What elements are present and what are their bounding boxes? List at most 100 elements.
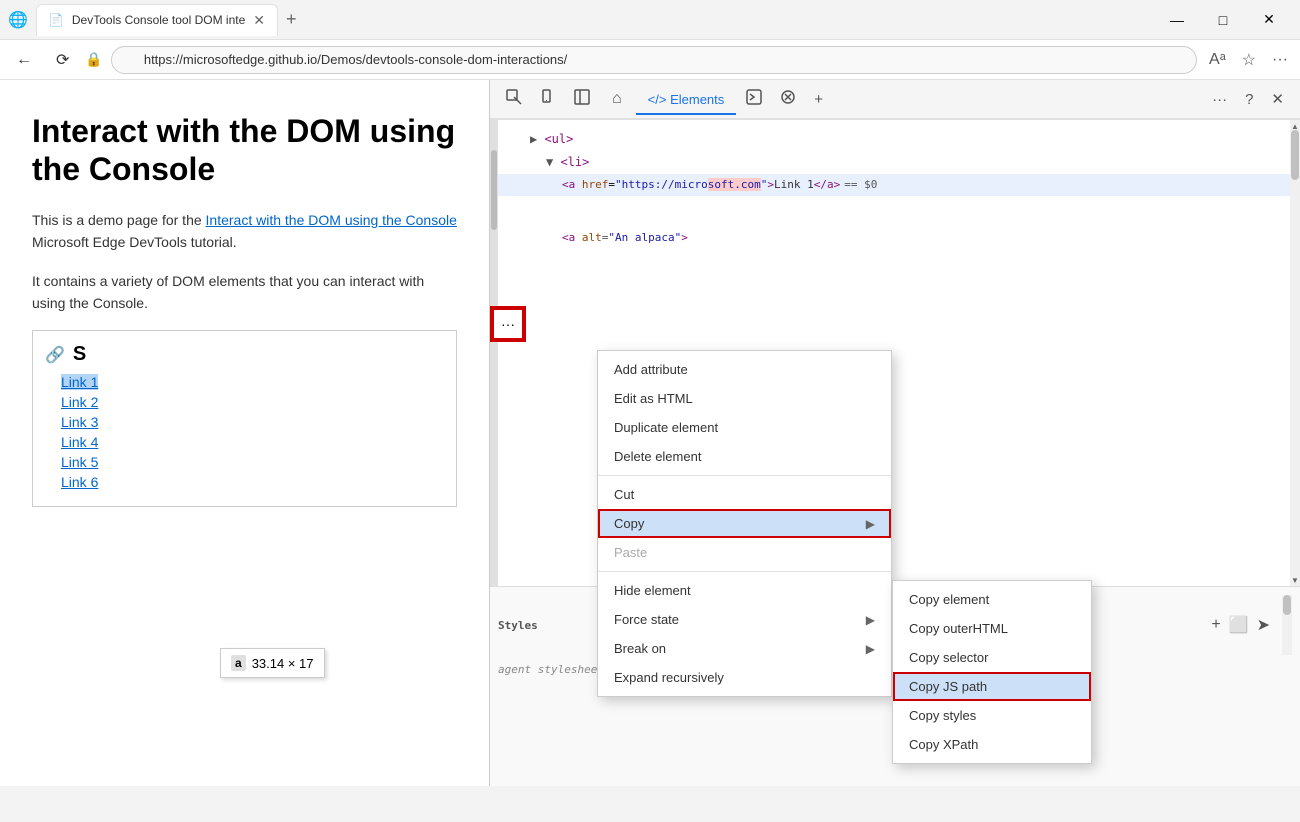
browser-tab[interactable]: 📄 DevTools Console tool DOM inte ✕: [36, 4, 278, 36]
lock-icon: 🔒: [85, 51, 102, 68]
copy-js-path-label: Copy JS path: [909, 679, 987, 694]
copy-element-label: Copy element: [909, 592, 989, 607]
devtools-close-btn[interactable]: ✕: [1263, 86, 1292, 112]
elem-line-a[interactable]: <a href="https://microsoft.com">Link 1</…: [498, 174, 1300, 196]
devtools-toolbar: ⌂ </> Elements + ··· ? ✕: [490, 80, 1300, 120]
sidebar-btn[interactable]: [566, 85, 598, 113]
elem-line-alt[interactable]: <a alt="An alpaca">: [498, 226, 1300, 249]
hide-label: Hide element: [614, 583, 691, 598]
left-scrollbar-thumb: [491, 150, 497, 230]
tab-title: DevTools Console tool DOM inte: [72, 13, 245, 27]
elem-line-ul[interactable]: ▶ <ul>: [498, 128, 1300, 151]
menu-divider-2: [598, 571, 891, 572]
submenu-copy-outer-html[interactable]: Copy outerHTML: [893, 614, 1091, 643]
copy-submenu: Copy element Copy outerHTML Copy selecto…: [892, 580, 1092, 764]
elements-tab-label: </> Elements: [648, 92, 725, 107]
link-2[interactable]: Link 2: [61, 394, 98, 410]
elem-line-li[interactable]: ▼ <li>: [498, 151, 1300, 174]
devtools-elements-tab[interactable]: </> Elements: [636, 86, 737, 115]
right-scrollbar-thumb: [1291, 130, 1299, 180]
menu-break-on[interactable]: Break on ▶: [598, 634, 891, 663]
tab-icon: 📄: [49, 13, 64, 27]
devtools-help-btn[interactable]: ?: [1237, 87, 1261, 112]
break-on-arrow: ▶: [866, 642, 875, 656]
break-on-label: Break on: [614, 641, 666, 656]
devtools-more-btn[interactable]: ···: [1204, 87, 1235, 112]
page-title: Interact with the DOM using the Console: [32, 112, 457, 189]
menu-hide[interactable]: Hide element: [598, 576, 891, 605]
more-options-btn[interactable]: ···: [492, 308, 524, 340]
left-scrollbar[interactable]: [490, 120, 498, 586]
more-btn[interactable]: ···: [1268, 47, 1292, 73]
menu-divider-1: [598, 475, 891, 476]
menu-delete[interactable]: Delete element: [598, 442, 891, 471]
demo-box-header: 🔗 S: [45, 343, 444, 366]
menu-edit-html[interactable]: Edit as HTML: [598, 384, 891, 413]
link-1[interactable]: Link 1: [61, 374, 98, 390]
list-item: Link 1: [61, 374, 444, 392]
link-icon: 🔗: [45, 345, 65, 365]
submenu-copy-styles[interactable]: Copy styles: [893, 701, 1091, 730]
menu-add-attribute[interactable]: Add attribute: [598, 355, 891, 384]
link-5[interactable]: Link 5: [61, 454, 98, 470]
copy-outer-html-label: Copy outerHTML: [909, 621, 1008, 636]
window-controls: — □ ✕: [1154, 0, 1292, 40]
link-6[interactable]: Link 6: [61, 474, 98, 490]
element-tooltip: a 33.14 × 17: [220, 648, 325, 678]
read-aloud-btn[interactable]: Aᵃ: [1205, 47, 1230, 73]
styles-add-btn[interactable]: +: [1211, 616, 1220, 634]
inspect-btn[interactable]: [498, 85, 530, 113]
menu-force-state[interactable]: Force state ▶: [598, 605, 891, 634]
menu-duplicate[interactable]: Duplicate element: [598, 413, 891, 442]
tab-close-btn[interactable]: ✕: [253, 12, 265, 29]
console-btn[interactable]: [738, 85, 770, 113]
list-item: Link 6: [61, 474, 444, 492]
maximize-btn[interactable]: □: [1200, 0, 1246, 40]
list-item: Link 3: [61, 414, 444, 432]
page-content: Interact with the DOM using the Console …: [0, 80, 490, 786]
link-4[interactable]: Link 4: [61, 434, 98, 450]
edit-html-label: Edit as HTML: [614, 391, 693, 406]
devtools-home-tab[interactable]: ⌂: [600, 84, 634, 116]
add-panel-btn[interactable]: +: [806, 87, 831, 112]
menu-expand[interactable]: Expand recursively: [598, 663, 891, 692]
submenu-copy-js-path[interactable]: Copy JS path: [893, 672, 1091, 701]
menu-paste: Paste: [598, 538, 891, 567]
page-desc1: This is a demo page for the Interact wit…: [32, 209, 457, 254]
elements-content: ▶ <ul> ▼ <li> <a href="https://microsoft…: [498, 120, 1300, 257]
reload-btn[interactable]: ⟳: [48, 46, 77, 74]
cut-label: Cut: [614, 487, 634, 502]
device-btn[interactable]: [532, 85, 564, 113]
page-desc1-link[interactable]: Interact with the DOM using the Console: [206, 212, 457, 228]
close-btn[interactable]: ✕: [1246, 0, 1292, 40]
menu-copy[interactable]: Copy ▶: [598, 509, 891, 538]
demo-box-title: S: [73, 343, 86, 366]
favorites-btn[interactable]: ☆: [1238, 46, 1260, 74]
right-scrollbar[interactable]: ▲ ▼: [1290, 120, 1300, 586]
styles-scrollbar[interactable]: [1282, 595, 1292, 655]
menu-cut[interactable]: Cut: [598, 480, 891, 509]
submenu-copy-xpath[interactable]: Copy XPath: [893, 730, 1091, 759]
back-btn[interactable]: ←: [8, 47, 40, 73]
scroll-up-btn[interactable]: ▲: [1290, 120, 1300, 132]
debugger-btn[interactable]: [772, 85, 804, 113]
minimize-btn[interactable]: —: [1154, 0, 1200, 40]
context-menu: Add attribute Edit as HTML Duplicate ele…: [597, 350, 892, 697]
scroll-down-btn[interactable]: ▼: [1290, 574, 1300, 586]
copy-arrow: ▶: [866, 517, 875, 531]
copy-xpath-label: Copy XPath: [909, 737, 978, 752]
styles-scrollbar-thumb: [1283, 595, 1291, 615]
address-bar[interactable]: [111, 46, 1197, 74]
tooltip-dimensions: 33.14 × 17: [252, 656, 314, 671]
submenu-copy-selector[interactable]: Copy selector: [893, 643, 1091, 672]
copy-label: Copy: [614, 516, 644, 531]
styles-export-btn[interactable]: ➤: [1257, 615, 1270, 635]
link-3[interactable]: Link 3: [61, 414, 98, 430]
page-desc1-after: Microsoft Edge DevTools tutorial.: [32, 234, 237, 250]
submenu-copy-element[interactable]: Copy element: [893, 585, 1091, 614]
new-tab-btn[interactable]: +: [278, 5, 305, 34]
styles-refresh-btn[interactable]: ⬜: [1229, 615, 1249, 635]
links-list: Link 1 Link 2 Link 3 Link 4 Link 5 Link …: [45, 374, 444, 492]
browser-icon: 🌐: [8, 10, 28, 30]
more-options-icon: ···: [501, 316, 515, 332]
